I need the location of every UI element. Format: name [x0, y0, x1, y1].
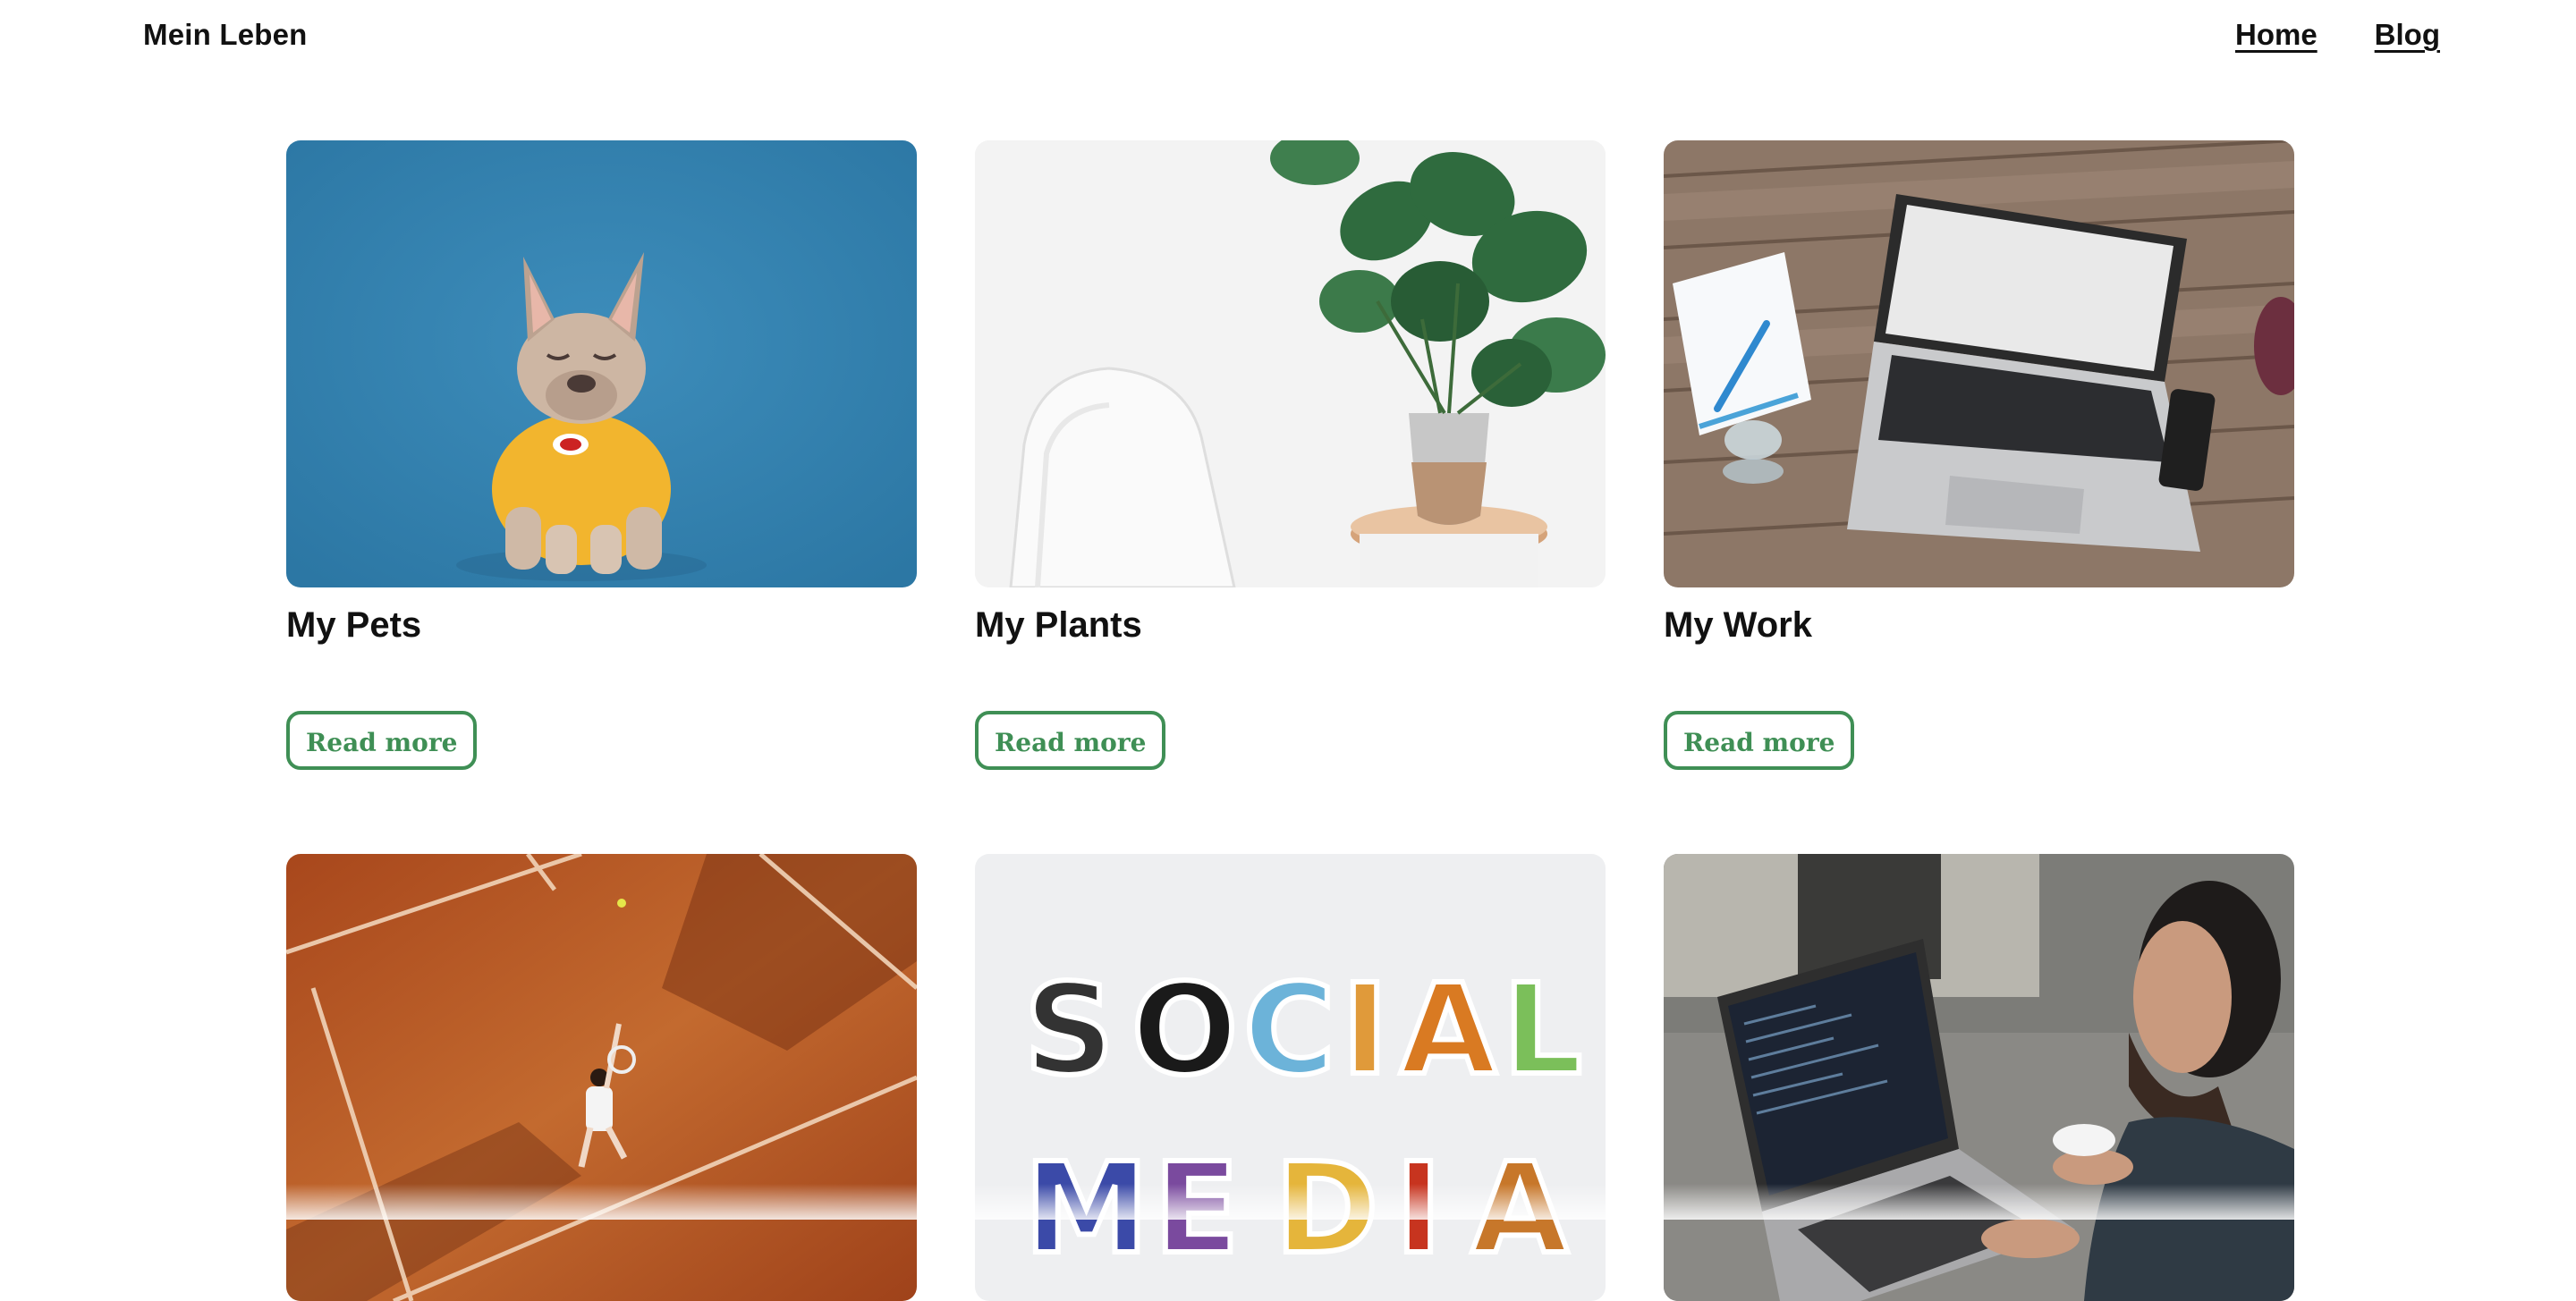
letter-tile: M	[1024, 1136, 1148, 1282]
card-my-work: My Work Read more	[1664, 140, 2294, 770]
card-title: My Pets	[286, 604, 917, 646]
letter-tile: I	[1342, 958, 1388, 1103]
social-media-letters-image[interactable]: S O C I A L M E D I A	[975, 854, 1606, 1301]
letter-tile: O	[1131, 958, 1238, 1103]
main-nav: Home Blog	[2235, 18, 2440, 52]
letter-tile: D	[1275, 1136, 1378, 1282]
man-coding-laptop-image[interactable]	[1664, 854, 2294, 1301]
nav-blog-link[interactable]: Blog	[2375, 18, 2440, 52]
letter-tile: C	[1243, 958, 1335, 1103]
read-more-button[interactable]: Read more	[1664, 711, 1854, 770]
tennis-court-image[interactable]	[286, 854, 917, 1301]
card-my-pets: My Pets Read more	[286, 140, 917, 770]
site-header: Mein Leben Home Blog	[0, 0, 2576, 75]
card-title: My Work	[1664, 604, 2294, 646]
monstera-plant-image[interactable]	[975, 140, 1606, 587]
read-more-button[interactable]: Read more	[975, 711, 1165, 770]
card-coding	[1664, 854, 2294, 1301]
letter-tile: E	[1154, 1136, 1240, 1282]
letter-tile: A	[1471, 1136, 1568, 1282]
laptop-desk-image[interactable]	[1664, 140, 2294, 587]
letter-tile: S	[1024, 958, 1114, 1103]
site-brand[interactable]: Mein Leben	[143, 18, 308, 52]
letter-tile: L	[1503, 958, 1582, 1103]
french-bulldog-image[interactable]	[286, 140, 917, 587]
card-my-plants: My Plants Read more	[975, 140, 1606, 770]
card-tennis	[286, 854, 917, 1301]
card-social-media: S O C I A L M E D I A	[975, 854, 1606, 1301]
letter-tile: A	[1400, 958, 1496, 1103]
card-grid: My Pets Read more	[286, 140, 2290, 1301]
card-title: My Plants	[975, 604, 1606, 646]
nav-home-link[interactable]: Home	[2235, 18, 2318, 52]
letter-tile: I	[1395, 1136, 1442, 1282]
read-more-button[interactable]: Read more	[286, 711, 477, 770]
